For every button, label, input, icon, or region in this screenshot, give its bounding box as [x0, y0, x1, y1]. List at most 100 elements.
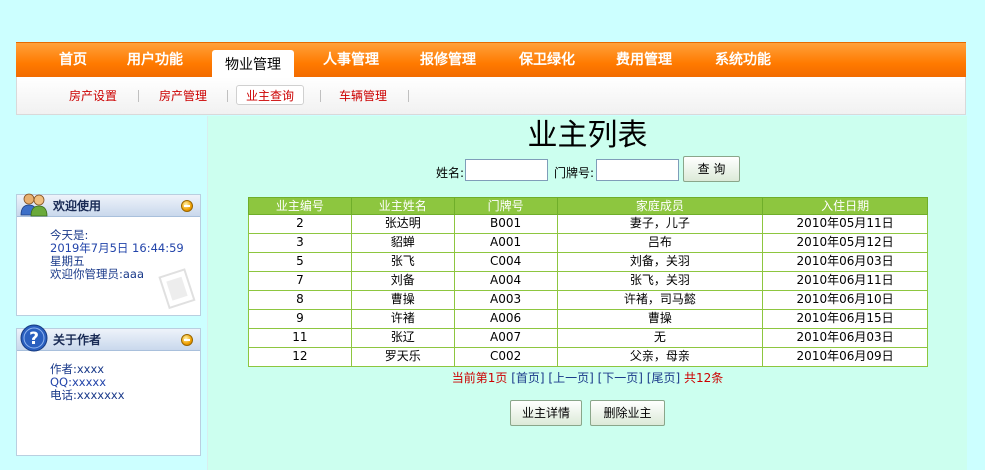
- door-number: A007: [453, 328, 558, 348]
- current-page: 当前第1页: [451, 371, 508, 385]
- collapse-icon[interactable]: [181, 334, 193, 346]
- next-page-link[interactable]: [下一页]: [598, 371, 643, 385]
- owner-id: 5: [248, 252, 352, 272]
- owner-id: 11: [248, 328, 352, 348]
- door-number: C004: [453, 252, 558, 272]
- welcome-panel-header: 欢迎使用: [17, 193, 200, 217]
- nav-item-home[interactable]: 首页: [59, 43, 87, 78]
- name-label: 姓名:: [436, 166, 465, 180]
- move-in-date: 2010年05月11日: [762, 214, 928, 234]
- family-members: 许褚，司马懿: [556, 290, 764, 310]
- top-nav: 首页 用户功能 物业管理 人事管理 报修管理 保卫绿化 费用管理 系统功能: [16, 42, 966, 80]
- owner-detail-button[interactable]: 业主详情: [510, 400, 582, 426]
- move-in-date: 2010年06月03日: [762, 328, 928, 348]
- door-number: A004: [453, 271, 558, 291]
- table-row[interactable]: 2 张达明 B001 妻子，儿子 2010年05月11日: [248, 214, 928, 234]
- search-form: 姓名: 门牌号: 查 询: [208, 156, 967, 182]
- door-number-label: 门牌号:: [554, 166, 595, 180]
- table-row[interactable]: 5 张飞 C004 刘备，关羽 2010年06月03日: [248, 252, 928, 272]
- main-content: 业主列表 姓名: 门牌号: 查 询 业主编号 业主姓名 门牌号 家庭成员 入住日…: [207, 116, 967, 470]
- owner-name: 貂蝉: [350, 233, 455, 253]
- owner-name: 张辽: [350, 328, 455, 348]
- move-in-date: 2010年06月15日: [762, 309, 928, 329]
- column-header: 门牌号: [453, 197, 558, 215]
- owner-name: 张达明: [350, 214, 455, 234]
- family-members: 父亲，母亲: [556, 347, 764, 367]
- owner-name: 曹操: [350, 290, 455, 310]
- first-page-link[interactable]: [首页]: [511, 371, 544, 385]
- query-button[interactable]: 查 询: [683, 156, 740, 182]
- move-in-date: 2010年06月11日: [762, 271, 928, 291]
- subnav-separator: [138, 90, 139, 102]
- help-icon: ?: [20, 324, 48, 352]
- page-title: 业主列表: [527, 118, 648, 153]
- collapse-icon[interactable]: [181, 200, 193, 212]
- pagination: 当前第1页 [首页] [上一页] [下一页] [尾页] 共12条: [208, 369, 967, 386]
- table-header-row: 业主编号 业主姓名 门牌号 家庭成员 入住日期: [248, 197, 928, 215]
- prev-page-link[interactable]: [上一页]: [548, 371, 593, 385]
- owner-id: 3: [248, 233, 352, 253]
- table-row[interactable]: 8 曹操 A003 许褚，司马懿 2010年06月10日: [248, 290, 928, 310]
- owner-id: 8: [248, 290, 352, 310]
- column-header: 业主编号: [248, 197, 352, 215]
- subnav-separator: [227, 90, 228, 102]
- subnav-item-vehicle-management[interactable]: 车辆管理: [339, 86, 387, 106]
- owner-name: 张飞: [350, 252, 455, 272]
- owner-name: 许褚: [350, 309, 455, 329]
- door-number: A006: [453, 309, 558, 329]
- svg-text:?: ?: [29, 329, 39, 349]
- subnav-item-property-management[interactable]: 房产管理: [159, 86, 207, 106]
- family-members: 妻子，儿子: [556, 214, 764, 234]
- column-header: 入住日期: [762, 197, 928, 215]
- family-members: 吕布: [556, 233, 764, 253]
- table-row[interactable]: 11 张辽 A007 无 2010年06月03日: [248, 328, 928, 348]
- phone-info: 电话:xxxxxxx: [50, 388, 125, 402]
- welcome-panel-title: 欢迎使用: [53, 199, 102, 213]
- family-members: 无: [556, 328, 764, 348]
- delete-owner-button[interactable]: 删除业主: [590, 400, 665, 426]
- nav-item-security-greening[interactable]: 保卫绿化: [519, 43, 575, 78]
- table-row[interactable]: 3 貂蝉 A001 吕布 2010年05月12日: [248, 233, 928, 253]
- family-members: 曹操: [556, 309, 764, 329]
- subnav-separator: [320, 90, 321, 102]
- column-header: 家庭成员: [556, 197, 764, 215]
- about-panel: ? 关于作者 作者:xxxx QQ:xxxxx 电话:xxxxxxx: [16, 324, 201, 456]
- film-icon: [158, 268, 196, 310]
- users-icon: [20, 193, 48, 217]
- name-input[interactable]: [465, 159, 548, 181]
- table-row[interactable]: 9 许褚 A006 曹操 2010年06月15日: [248, 309, 928, 329]
- owner-table: 业主编号 业主姓名 门牌号 家庭成员 入住日期 2 张达明 B001 妻子，儿子…: [248, 197, 928, 367]
- column-header: 业主姓名: [350, 197, 455, 215]
- move-in-date: 2010年05月12日: [762, 233, 928, 253]
- door-number: A003: [453, 290, 558, 310]
- welcome-panel: 欢迎使用 今天是: 2019年7月5日 16:44:59 星期五 欢迎你管理员:…: [16, 193, 201, 316]
- subnav-item-property-settings[interactable]: 房产设置: [69, 86, 117, 106]
- move-in-date: 2010年06月09日: [762, 347, 928, 367]
- sidebar: 欢迎使用 今天是: 2019年7月5日 16:44:59 星期五 欢迎你管理员:…: [16, 116, 207, 470]
- move-in-date: 2010年06月03日: [762, 252, 928, 272]
- owner-id: 12: [248, 347, 352, 367]
- door-number-input[interactable]: [596, 159, 679, 181]
- about-panel-title: 关于作者: [53, 333, 102, 347]
- nav-item-fee-management[interactable]: 费用管理: [616, 43, 672, 78]
- sub-nav: 房产设置 房产管理 业主查询 车辆管理: [16, 77, 966, 115]
- door-number: C002: [453, 347, 558, 367]
- nav-item-personnel-management[interactable]: 人事管理: [323, 43, 379, 78]
- move-in-date: 2010年06月10日: [762, 290, 928, 310]
- subnav-separator: [408, 90, 409, 102]
- subnav-item-owner-query[interactable]: 业主查询: [236, 85, 305, 105]
- nav-item-property-management[interactable]: 物业管理: [212, 50, 294, 80]
- about-panel-header: ? 关于作者: [17, 324, 200, 352]
- nav-item-system-functions[interactable]: 系统功能: [715, 43, 771, 78]
- family-members: 张飞，关羽: [556, 271, 764, 291]
- owner-name: 罗天乐: [350, 347, 455, 367]
- nav-item-repair-management[interactable]: 报修管理: [420, 43, 476, 78]
- owner-name: 刘备: [350, 271, 455, 291]
- family-members: 刘备，关羽: [556, 252, 764, 272]
- nav-item-user-functions[interactable]: 用户功能: [127, 43, 183, 78]
- table-row[interactable]: 7 刘备 A004 张飞，关羽 2010年06月11日: [248, 271, 928, 291]
- table-row[interactable]: 12 罗天乐 C002 父亲，母亲 2010年06月09日: [248, 347, 928, 367]
- last-page-link[interactable]: [尾页]: [647, 371, 680, 385]
- door-number: B001: [453, 214, 558, 234]
- owner-id: 7: [248, 271, 352, 291]
